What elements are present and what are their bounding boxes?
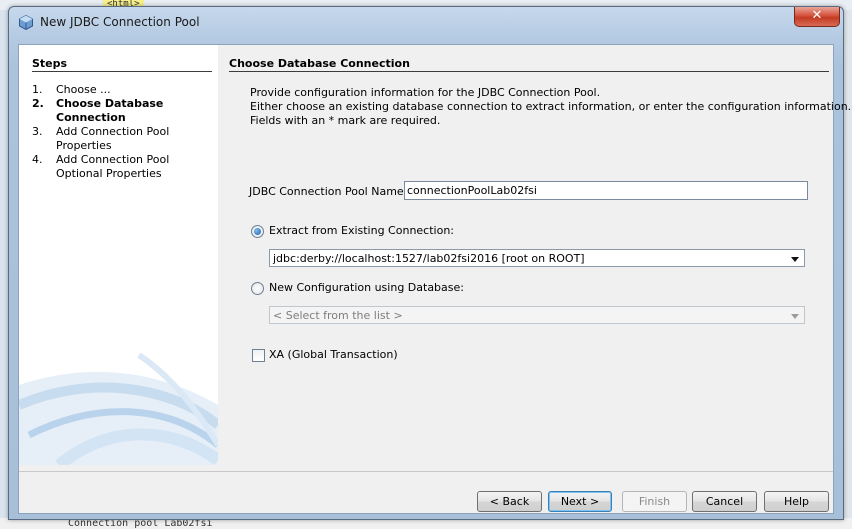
description-line-3: Fields with an * mark are required.: [250, 114, 441, 127]
step-label: Choose Database Connection: [56, 97, 164, 124]
database-dropdown[interactable]: < Select from the list >: [269, 306, 805, 324]
help-button[interactable]: Help: [764, 491, 829, 512]
dialog-client-area: Steps 1. Choose ... 2. Choose Database C…: [18, 44, 851, 514]
extract-existing-radio[interactable]: [251, 225, 264, 238]
chevron-down-icon: [791, 314, 799, 319]
cube-icon: [19, 15, 33, 30]
pool-name-input[interactable]: connectionPoolLab02fsi: [404, 181, 808, 200]
database-placeholder: < Select from the list >: [273, 309, 403, 322]
step-number: 2.: [32, 97, 44, 110]
section-heading: Choose Database Connection: [229, 57, 410, 70]
cancel-button[interactable]: Cancel: [692, 491, 757, 512]
pool-name-label: JDBC Connection Pool Name:*: [249, 185, 413, 198]
step-label: Add Connection Pool Properties: [56, 125, 170, 152]
dialog-window: New JDBC Connection Pool ✕ Steps 1. Choo…: [8, 6, 851, 520]
close-button[interactable]: ✕: [794, 7, 840, 27]
title-bar[interactable]: New JDBC Connection Pool ✕: [9, 7, 843, 37]
description-line-1: Provide configuration information for th…: [250, 86, 601, 99]
button-bar-divider: [19, 471, 833, 472]
section-divider: [229, 71, 829, 72]
chevron-down-icon: [791, 257, 799, 262]
step-number: 1.: [32, 83, 43, 96]
new-configuration-label[interactable]: New Configuration using Database:: [269, 281, 464, 294]
step-number: 4.: [32, 153, 43, 166]
finish-button[interactable]: Finish: [622, 491, 687, 512]
content-panel: Choose Database Connection Provide confi…: [218, 45, 851, 465]
close-icon: ✕: [811, 8, 823, 23]
existing-connection-value: jdbc:derby://localhost:1527/lab02fsi2016…: [273, 252, 585, 265]
back-button[interactable]: < Back: [477, 491, 542, 512]
step-number: 3.: [32, 125, 43, 138]
xa-checkbox[interactable]: [252, 349, 265, 362]
description-line-2: Either choose an existing database conne…: [250, 100, 852, 113]
step-label: Choose ...: [56, 83, 111, 96]
step-label: Add Connection Pool Optional Properties: [56, 153, 170, 180]
steps-divider: [32, 71, 212, 72]
existing-connection-dropdown[interactable]: jdbc:derby://localhost:1527/lab02fsi2016…: [269, 249, 805, 267]
new-configuration-radio[interactable]: [251, 282, 264, 295]
next-button[interactable]: Next >: [548, 491, 612, 512]
decorative-swoosh-graphic: [19, 352, 218, 465]
steps-heading: Steps: [32, 57, 68, 70]
xa-label[interactable]: XA (Global Transaction): [269, 348, 398, 361]
window-title: New JDBC Connection Pool: [40, 15, 200, 29]
extract-existing-label[interactable]: Extract from Existing Connection:: [269, 224, 454, 237]
steps-panel: Steps 1. Choose ... 2. Choose Database C…: [19, 45, 218, 465]
